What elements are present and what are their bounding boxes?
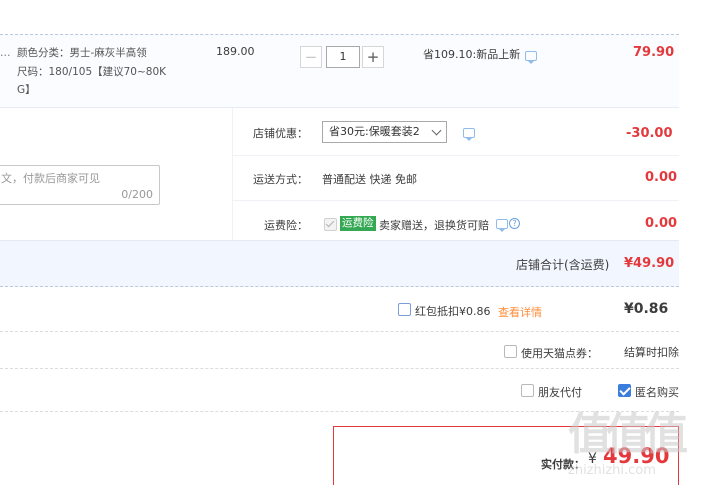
shipping-value: 普通配送 快递 免邮	[322, 173, 417, 186]
insurance-checkbox[interactable]	[324, 218, 337, 231]
divider	[0, 331, 679, 332]
coupon-amount: -30.00	[626, 126, 673, 141]
sku-color: 颜色分类：男士-麻灰半高领	[17, 47, 147, 59]
chat-icon[interactable]	[496, 219, 508, 232]
sku-size-line2: G】	[17, 84, 36, 96]
shop-coupon-selected: 省30元:保暖套装2	[329, 125, 420, 138]
shipping-label: 运送方式：	[253, 173, 308, 186]
message-counter: 0/200	[121, 188, 153, 201]
friend-pay-checkbox[interactable]	[521, 384, 534, 397]
chat-icon[interactable]	[525, 51, 537, 64]
redpacket-amount: ¥0.86	[624, 301, 669, 317]
chat-icon[interactable]	[463, 128, 475, 141]
anonymous-checkbox[interactable]	[618, 384, 631, 397]
insurance-desc: 卖家赠送，退换货可赔	[379, 219, 489, 232]
divider	[232, 155, 679, 156]
message-placeholder: 文，付款后商家可见	[1, 172, 100, 185]
help-icon[interactable]: ?	[509, 218, 520, 229]
truncated-title: …	[0, 47, 11, 59]
checkout-page: … 颜色分类：男士-麻灰半高领 尺码：180/105【建议70~80K G】 1…	[0, 0, 716, 485]
buyer-message-input[interactable]: 文，付款后商家可见 0/200	[0, 165, 160, 205]
watermark-url: zhizhizhi.com	[568, 463, 656, 478]
top-spacer	[0, 0, 679, 34]
shop-total-label: 店铺合计(含运费)	[516, 258, 610, 272]
quantity-decrease-button[interactable]: −	[300, 46, 322, 68]
shipping-amount: 0.00	[645, 170, 678, 185]
insurance-label: 运费险：	[264, 219, 308, 232]
shop-coupon-select[interactable]: 省30元:保暖套装2	[322, 121, 447, 143]
quantity-increase-button[interactable]: +	[362, 46, 384, 68]
divider	[0, 368, 679, 369]
unit-price: 189.00	[216, 45, 255, 58]
insurance-amount: 0.00	[645, 216, 678, 231]
quantity-input[interactable]: 1	[326, 46, 360, 68]
tmall-points-label: 使用天猫点券：	[521, 347, 598, 360]
insurance-tag: 运费险	[340, 216, 376, 231]
item-subtotal: 79.90	[633, 45, 675, 60]
tmall-points-checkbox[interactable]	[504, 345, 517, 358]
redpacket-checkbox[interactable]	[398, 303, 411, 316]
coupon-label: 店铺优惠：	[253, 127, 308, 140]
item-discount-text: 省109.10:新品上新	[423, 48, 521, 61]
redpacket-details-link[interactable]: 查看详情	[498, 304, 542, 320]
watermark-logo: 值值值	[568, 409, 688, 460]
tmall-points-value: 结算时扣除	[624, 346, 679, 359]
shop-total-value: ¥49.90	[624, 256, 675, 271]
redpacket-label: 红包抵扣¥0.86	[415, 305, 491, 318]
chevron-down-icon	[431, 125, 442, 136]
divider	[232, 200, 679, 201]
sku-size-line1: 尺码：180/105【建议70~80K	[17, 66, 167, 78]
